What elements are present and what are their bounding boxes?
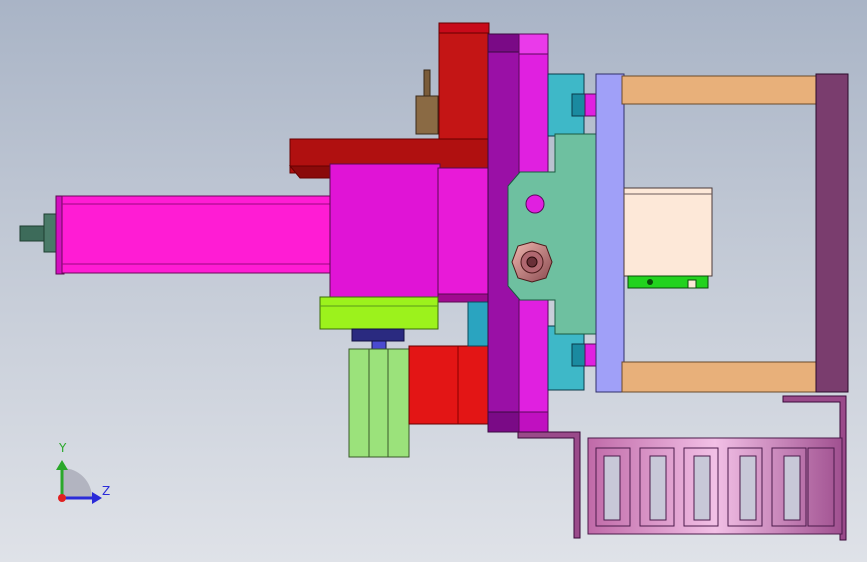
axis-y-label: Y [59, 441, 67, 455]
triad-quadrant [62, 468, 92, 498]
cable-chain[interactable] [587, 437, 843, 535]
x-axis-dot [58, 494, 66, 502]
tan-spacer-bottom[interactable] [621, 361, 817, 393]
motor-shaft[interactable] [19, 195, 65, 275]
lime-adapter[interactable] [319, 296, 439, 330]
cylinder-mount[interactable] [351, 328, 405, 352]
axis-triad [56, 460, 102, 504]
axis-z-label: Z [102, 484, 111, 498]
gearbox-block[interactable] [329, 163, 491, 303]
red-bracket[interactable] [288, 22, 490, 179]
limit-screw[interactable] [415, 69, 439, 135]
linear-guide-block-bottom[interactable] [547, 325, 589, 391]
lavender-plate[interactable] [595, 73, 625, 393]
l-bracket-left[interactable] [517, 431, 581, 539]
linear-guide-block-top[interactable] [547, 73, 589, 137]
hex-nut[interactable] [511, 241, 553, 283]
green-profile[interactable] [627, 275, 709, 289]
assembly-drawing [19, 22, 849, 541]
cream-block[interactable] [623, 187, 713, 277]
tan-spacer-top[interactable] [621, 75, 817, 105]
cad-viewport[interactable]: Y Z [0, 0, 867, 562]
end-plate[interactable] [815, 73, 849, 393]
red-clamp[interactable] [408, 345, 492, 425]
guide-stop-top [584, 93, 598, 117]
guide-stop-bottom [584, 343, 598, 367]
teal-spacer[interactable] [467, 301, 491, 347]
pneumatic-cylinder[interactable] [348, 348, 410, 458]
servo-motor[interactable] [61, 195, 333, 274]
